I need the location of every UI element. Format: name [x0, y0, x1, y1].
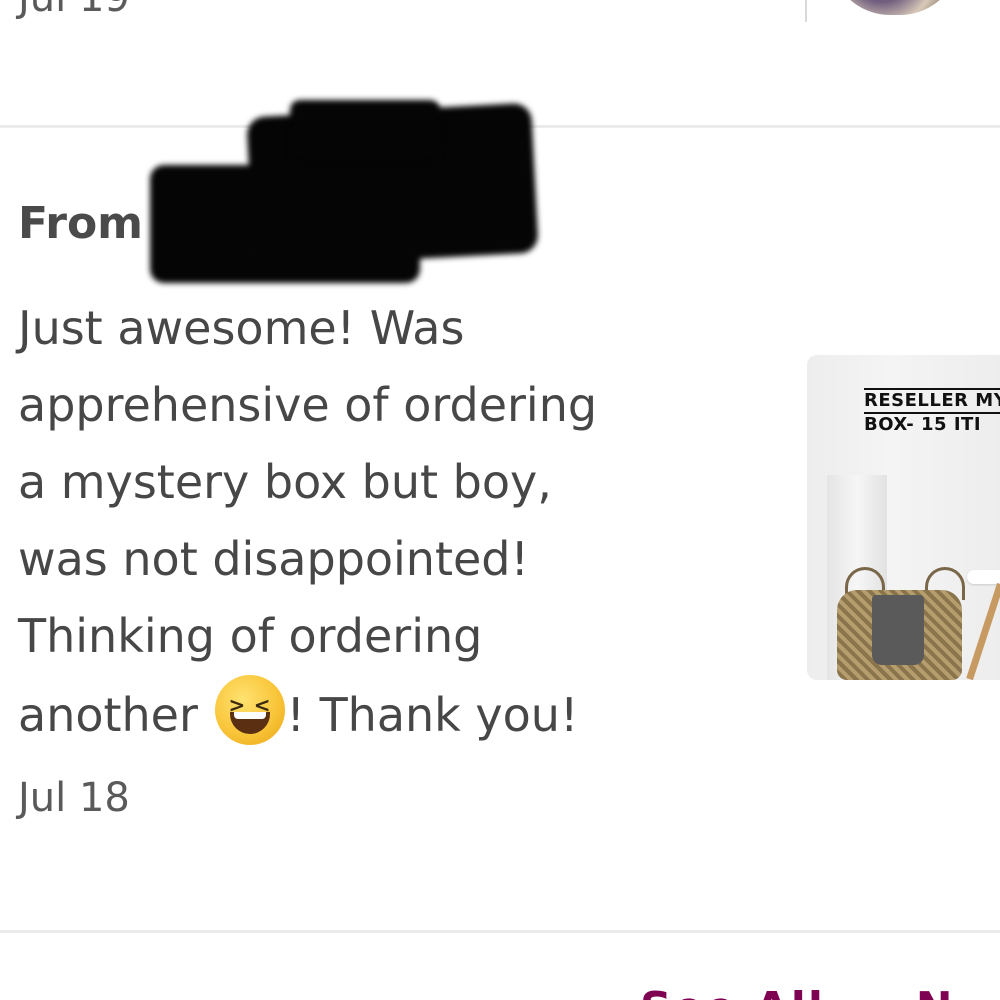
previous-review-date: Jul 19: [18, 0, 130, 18]
chair-graphic: [966, 570, 1000, 680]
listing-thumbnail-line: BOX- 15 ITI: [864, 412, 1000, 436]
listing-thumbnail-line: RESELLER MY: [864, 388, 1000, 412]
see-all-link[interactable]: See All ... N: [640, 983, 955, 1000]
review-text-line: a mystery box but boy,: [18, 455, 552, 509]
section-divider: [0, 930, 1000, 933]
review-text-line: ! Thank you!: [286, 688, 579, 742]
review-text-line: Just awesome! Was: [18, 301, 465, 355]
redaction-mark: [290, 100, 440, 160]
review-text-line: another: [18, 688, 198, 742]
blanket-graphic: [872, 595, 924, 665]
review-text-line: apprehensive of ordering: [18, 378, 598, 432]
grinning-squinting-face-icon: > <: [214, 675, 285, 745]
reviews-page: Jul 19 From @gus Just awesome! Was appre…: [0, 0, 1000, 1000]
listing-thumbnail-text: RESELLER MY BOX- 15 ITI: [864, 388, 1000, 436]
previous-listing-thumbnail[interactable]: [830, 0, 960, 15]
review-text-line: was not disappointed!: [18, 532, 529, 586]
previous-review-separator: [805, 0, 807, 22]
listing-thumbnail[interactable]: RESELLER MY BOX- 15 ITI: [807, 355, 1000, 680]
review-text: Just awesome! Was apprehensive of orderi…: [18, 290, 738, 754]
review-text-line: Thinking of ordering: [18, 609, 483, 663]
review-date: Jul 18: [18, 775, 130, 821]
